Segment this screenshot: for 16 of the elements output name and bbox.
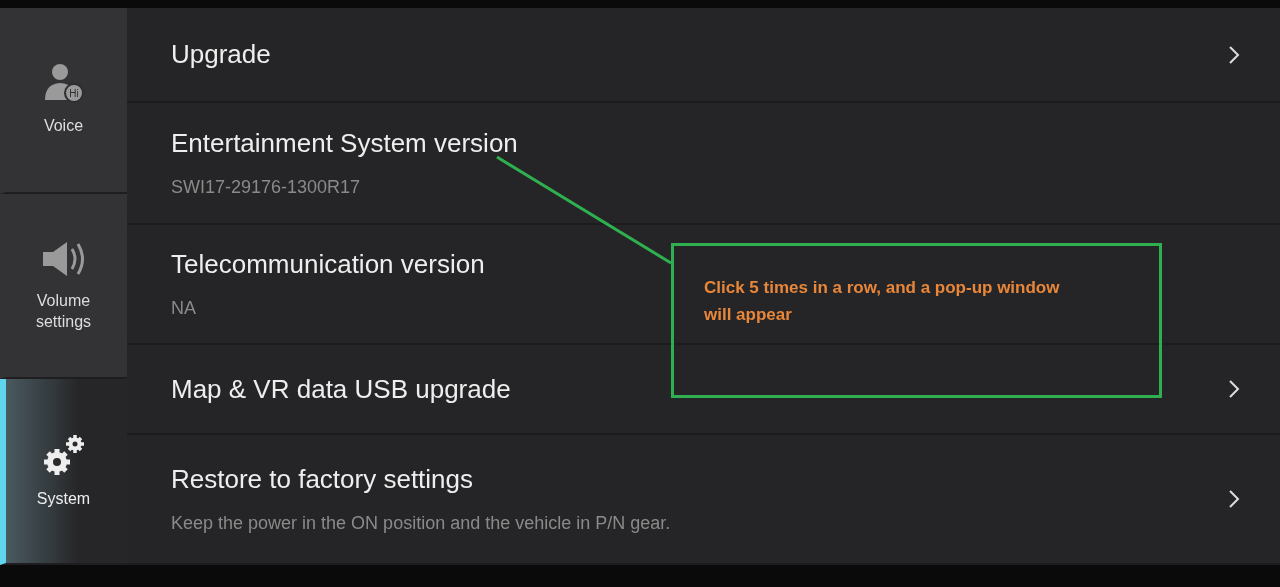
row-title: Entertainment System version [171, 128, 518, 160]
row-title: Restore to factory settings [171, 464, 474, 496]
row-title: Upgrade [171, 39, 271, 71]
row-subtitle: Keep the power in the ON position and the vehicle in P/N gear. [171, 513, 671, 535]
settings-row[interactable]: Entertainment System version SWI17-29176-1300R17 [127, 103, 1280, 226]
sidebar-tab[interactable]: Hi Voice [0, 8, 127, 194]
settings-row[interactable]: Map & VR data USB upgrade [127, 344, 1280, 436]
settings-row[interactable]: Upgrade [127, 8, 1280, 104]
annotation-text: Click 5 times in a row, and a pop-up window will appear [704, 277, 1061, 327]
row-title: Telecommunication version [171, 249, 485, 281]
row-subtitle: NA [171, 298, 196, 320]
row-subtitle: SWI17-29176-1300R17 [171, 177, 361, 199]
row-title: Map & VR data USB upgrade [171, 373, 511, 405]
sidebar-tab[interactable]: Volume settings [0, 193, 127, 380]
sidebar-tab[interactable]: System [0, 379, 127, 565]
gears-icon [41, 432, 86, 477]
